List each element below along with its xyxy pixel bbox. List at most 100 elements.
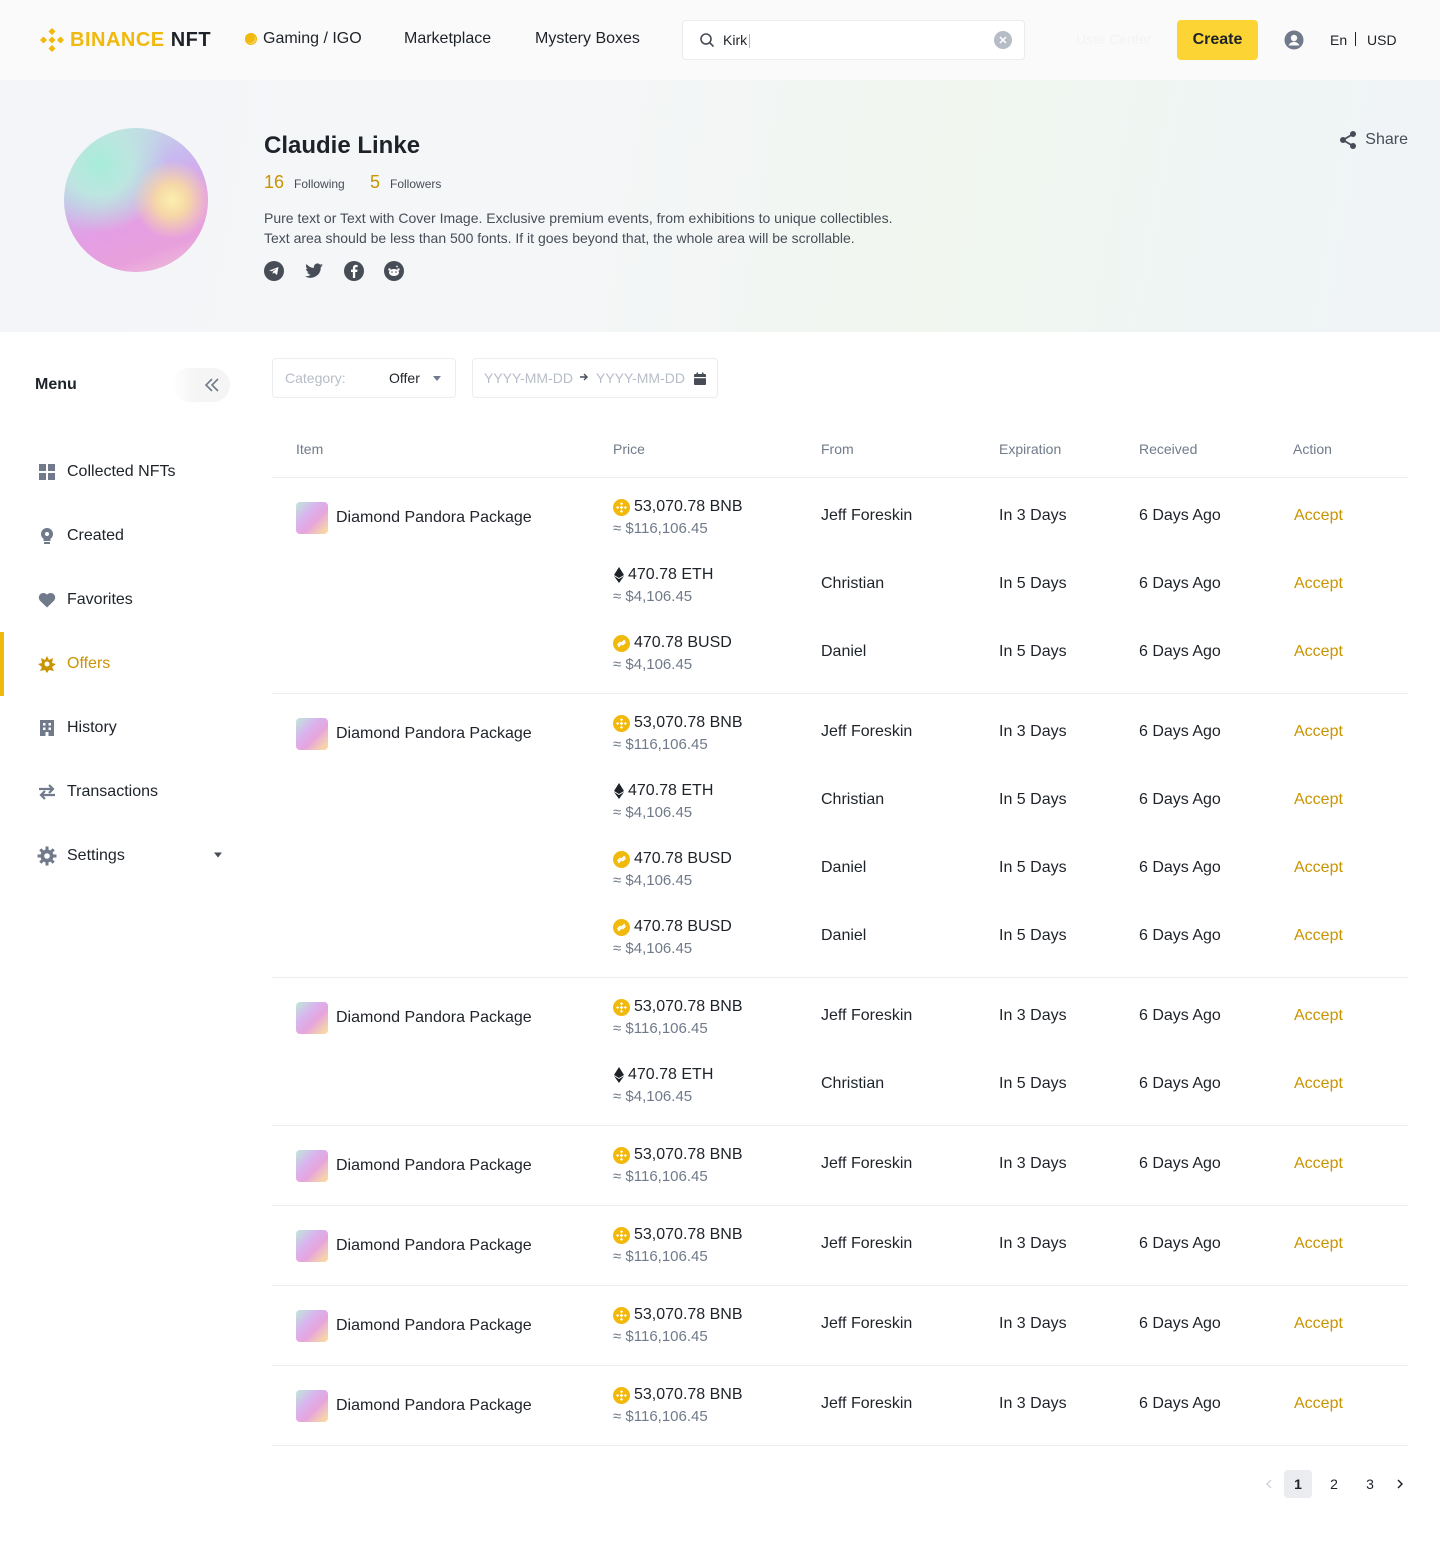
- following-stat[interactable]: 16 Following: [264, 172, 345, 193]
- clear-search-icon[interactable]: [994, 31, 1012, 49]
- nav-label: Marketplace: [404, 30, 492, 47]
- offer-from[interactable]: Daniel: [821, 643, 866, 661]
- following-label: Following: [294, 177, 345, 191]
- table-row: 470.78 BUSD ≈ $4,106.45 Daniel In 5 Days 6 D…: [272, 620, 1408, 688]
- usd-amount: ≈ $116,106.45: [613, 1020, 708, 1037]
- usd-amount: ≈ $116,106.45: [613, 736, 708, 753]
- offer-from[interactable]: Jeff Foreskin: [821, 1007, 912, 1025]
- followers-stat[interactable]: 5 Followers: [370, 172, 441, 193]
- offer-price: 53,070.78 BNB ≈ $116,106.45: [613, 496, 743, 542]
- social-links: [264, 261, 404, 281]
- accept-button[interactable]: Accept: [1294, 723, 1343, 741]
- user-center-link[interactable]: User Center: [1076, 31, 1151, 47]
- crypto-amount: 470.78 BUSD: [634, 918, 732, 935]
- offer-expiration: In 5 Days: [999, 1075, 1067, 1092]
- accept-button[interactable]: Accept: [1294, 859, 1343, 877]
- user-account-icon[interactable]: [1284, 30, 1304, 50]
- prev-page-button[interactable]: [1255, 1470, 1283, 1498]
- reddit-icon[interactable]: [384, 261, 404, 281]
- usd-amount: ≈ $4,106.45: [613, 804, 693, 821]
- crypto-amount: 53,070.78 BNB: [634, 498, 743, 515]
- usd-amount: ≈ $116,106.45: [613, 520, 708, 537]
- crypto-amount: 470.78 ETH: [628, 782, 714, 799]
- offer-from[interactable]: Jeff Foreskin: [821, 507, 912, 525]
- sidebar-item-collected-nfts[interactable]: Collected NFTs: [0, 440, 240, 504]
- date-end-input[interactable]: YYYY-MM-DD: [596, 370, 685, 386]
- accept-button[interactable]: Accept: [1294, 1075, 1343, 1093]
- currency-selector[interactable]: USD: [1367, 32, 1397, 48]
- next-page-button[interactable]: [1386, 1470, 1414, 1498]
- offer-price: 470.78 ETH ≈ $4,106.45: [613, 1064, 713, 1110]
- offer-received: 6 Days Ago: [1139, 1235, 1221, 1252]
- offer-from[interactable]: Daniel: [821, 859, 866, 877]
- page-2-button[interactable]: 2: [1320, 1470, 1348, 1498]
- column-header-received: Received: [1139, 441, 1198, 457]
- offer-from[interactable]: Jeff Foreskin: [821, 723, 912, 741]
- offer-from[interactable]: Daniel: [821, 927, 866, 945]
- sidebar-item-favorites[interactable]: Favorites: [0, 568, 240, 632]
- accept-button[interactable]: Accept: [1294, 643, 1343, 661]
- offer-from[interactable]: Jeff Foreskin: [821, 1155, 912, 1173]
- offer-from[interactable]: Christian: [821, 575, 884, 593]
- offer-from[interactable]: Jeff Foreskin: [821, 1395, 912, 1413]
- caret-down-icon[interactable]: [213, 852, 223, 858]
- profile-avatar: [64, 128, 208, 272]
- accept-button[interactable]: Accept: [1294, 927, 1343, 945]
- sidebar-item-settings[interactable]: Settings: [0, 824, 240, 888]
- double-chevron-left-icon: [204, 378, 219, 392]
- column-header-expiration: Expiration: [999, 441, 1062, 457]
- sidebar-item-label: Settings: [67, 847, 125, 864]
- offer-from[interactable]: Christian: [821, 791, 884, 809]
- offer-received: 6 Days Ago: [1139, 643, 1221, 660]
- offer-from[interactable]: Christian: [821, 1075, 884, 1093]
- nav-marketplace[interactable]: Marketplace: [404, 30, 491, 48]
- accept-button[interactable]: Accept: [1294, 1315, 1343, 1333]
- offer-from[interactable]: Jeff Foreskin: [821, 1315, 912, 1333]
- facebook-icon[interactable]: [344, 261, 364, 281]
- binance-nft-logo[interactable]: BINANCE NFT: [40, 28, 211, 52]
- accept-button[interactable]: Accept: [1294, 1395, 1343, 1413]
- nav-mystery-boxes[interactable]: Mystery Boxes: [535, 30, 640, 48]
- sidebar-item-created[interactable]: Created: [0, 504, 240, 568]
- calendar-icon[interactable]: [693, 372, 707, 386]
- nav-gaming-igo[interactable]: Gaming / IGO: [245, 30, 362, 48]
- following-count: 16: [264, 172, 285, 192]
- language-selector[interactable]: En: [1330, 32, 1347, 48]
- twitter-icon[interactable]: [304, 261, 324, 281]
- accept-button[interactable]: Accept: [1294, 1007, 1343, 1025]
- accept-button[interactable]: Accept: [1294, 791, 1343, 809]
- column-header-item: Item: [296, 441, 324, 457]
- lang-divider: [1355, 32, 1356, 46]
- sidebar-item-history[interactable]: History: [0, 696, 240, 760]
- page-1-button[interactable]: 1: [1284, 1470, 1312, 1498]
- category-filter[interactable]: Category: Offer: [272, 358, 456, 398]
- share-button[interactable]: Share: [1339, 130, 1408, 150]
- column-header-from: From: [821, 441, 854, 457]
- sidebar-item-transactions[interactable]: Transactions: [0, 760, 240, 824]
- date-start-input[interactable]: YYYY-MM-DD: [484, 370, 573, 386]
- column-header-price: Price: [613, 441, 645, 457]
- create-button[interactable]: Create: [1177, 20, 1258, 60]
- offer-group: Diamond Pandora Package 53,070.78 BNB ≈ $1…: [272, 1366, 1408, 1446]
- accept-button[interactable]: Accept: [1294, 1235, 1343, 1253]
- offer-from[interactable]: Jeff Foreskin: [821, 1235, 912, 1253]
- accept-button[interactable]: Accept: [1294, 575, 1343, 593]
- sidebar-item-offers[interactable]: Offers: [0, 632, 240, 696]
- date-range-filter[interactable]: YYYY-MM-DD YYYY-MM-DD: [472, 358, 718, 398]
- offer-received: 6 Days Ago: [1139, 927, 1221, 944]
- crypto-amount: 53,070.78 BNB: [634, 1226, 743, 1243]
- accept-button[interactable]: Accept: [1294, 507, 1343, 525]
- offer-price: 470.78 ETH ≈ $4,106.45: [613, 780, 713, 826]
- table-row: 53,070.78 BNB ≈ $116,106.45 Jeff Foreskin I…: [272, 1212, 1408, 1280]
- page-3-button[interactable]: 3: [1356, 1470, 1384, 1498]
- offer-group: Diamond Pandora Package 53,070.78 BNB ≈ $1…: [272, 478, 1408, 694]
- offer-received: 6 Days Ago: [1139, 507, 1221, 524]
- chevron-right-icon: [1397, 1479, 1403, 1489]
- heart-icon: [37, 590, 57, 610]
- search-input[interactable]: Kirk: [682, 20, 1025, 60]
- telegram-icon[interactable]: [264, 261, 284, 281]
- crypto-amount: 53,070.78 BNB: [634, 1146, 743, 1163]
- collapse-sidebar-button[interactable]: [172, 368, 230, 402]
- accept-button[interactable]: Accept: [1294, 1155, 1343, 1173]
- offer-price: 53,070.78 BNB ≈ $116,106.45: [613, 1304, 743, 1350]
